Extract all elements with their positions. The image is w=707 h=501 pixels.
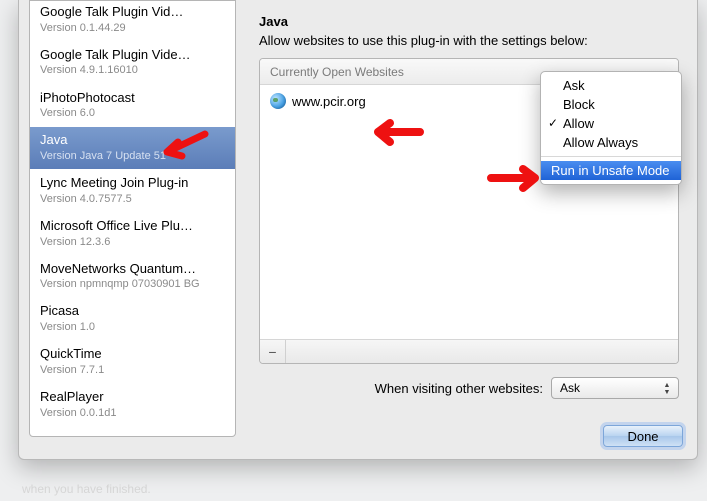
other-websites-value: Ask [560, 381, 580, 395]
globe-icon [270, 93, 286, 109]
stepper-arrows-icon: ▲▼ [660, 380, 674, 398]
plugin-item[interactable]: RealPlayerVersion 0.0.1d1 [30, 384, 235, 427]
plugin-item[interactable]: Microsoft Office Live Plu…Version 12.3.6 [30, 213, 235, 256]
plugin-item[interactable]: QuickTimeVersion 7.7.1 [30, 341, 235, 384]
ghost-text: when you have finished. [22, 482, 151, 496]
window-root: Warn when visiting a fraudulent website … [0, 0, 707, 501]
menu-item-allow[interactable]: Allow [541, 114, 681, 133]
plugin-description: Allow websites to use this plug-in with … [259, 33, 687, 48]
plugin-settings-dialog: Google Talk Plugin Vid…Version 0.1.44.29… [18, 0, 698, 460]
done-row: Done [603, 425, 683, 447]
other-websites-select[interactable]: Ask ▲▼ [551, 377, 679, 399]
plugin-item-selected[interactable]: JavaVersion Java 7 Update 51 [30, 127, 235, 170]
other-websites-label: When visiting other websites: [375, 381, 543, 396]
plugin-detail-pane: Java Allow websites to use this plug-in … [249, 12, 687, 397]
plugin-list[interactable]: Google Talk Plugin Vid…Version 0.1.44.29… [30, 1, 235, 436]
menu-separator [541, 156, 681, 157]
menu-item-ask[interactable]: Ask [541, 76, 681, 95]
plugin-title: Java [259, 14, 687, 29]
plugin-item[interactable]: Lync Meeting Join Plug-inVersion 4.0.757… [30, 170, 235, 213]
menu-item-block[interactable]: Block [541, 95, 681, 114]
plugin-sidebar: Google Talk Plugin Vid…Version 0.1.44.29… [29, 0, 236, 437]
menu-item-run-unsafe[interactable]: Run in Unsafe Mode [541, 161, 681, 180]
plugin-item[interactable]: Google Talk Plugin Vid…Version 0.1.44.29 [30, 1, 235, 42]
plugin-item[interactable]: MoveNetworks Quantum…Version npmnqmp 070… [30, 256, 235, 299]
remove-site-button[interactable]: − [260, 340, 286, 363]
other-websites-row: When visiting other websites: Ask ▲▼ [259, 374, 679, 402]
plugin-item[interactable]: Google Talk Plugin Vide…Version 4.9.1.16… [30, 42, 235, 85]
permission-menu[interactable]: Ask Block Allow Allow Always Run in Unsa… [540, 71, 682, 185]
done-button[interactable]: Done [603, 425, 683, 447]
website-name: www.pcir.org [292, 94, 366, 109]
plugin-item[interactable]: PicasaVersion 1.0 [30, 298, 235, 341]
menu-item-allow-always[interactable]: Allow Always [541, 133, 681, 152]
panel-footer: − [260, 339, 678, 363]
plugin-item[interactable]: iPhotoPhotocastVersion 6.0 [30, 85, 235, 128]
